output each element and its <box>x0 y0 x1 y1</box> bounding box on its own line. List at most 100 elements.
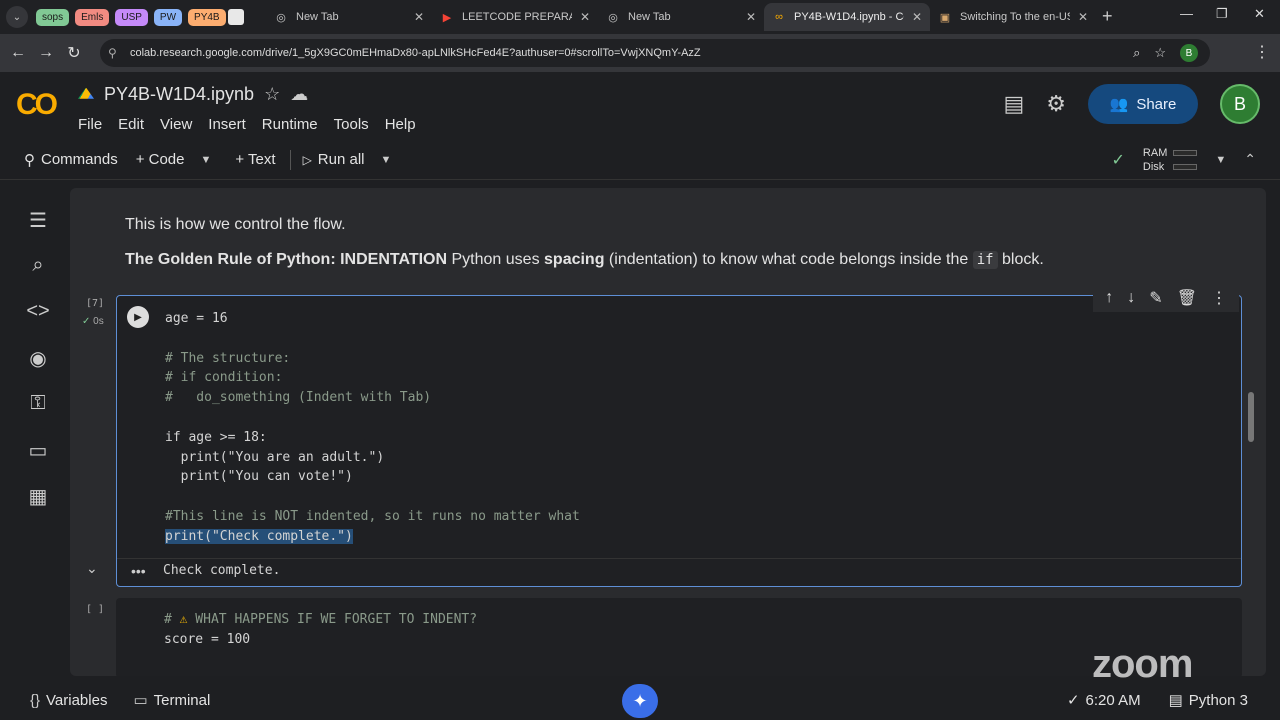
share-button[interactable]: 👥 Share <box>1088 84 1198 124</box>
secrets-key-icon[interactable]: ⚿ <box>26 392 50 416</box>
url-text: colab.research.google.com/drive/1_5gX9GC… <box>130 47 701 59</box>
run-all-button[interactable]: ▷ Run all ▼ <box>303 151 392 168</box>
tab-group-py4b[interactable]: PY4B <box>188 8 226 26</box>
code-line: if age >= 18: <box>165 429 267 445</box>
url-field[interactable]: ⚲ colab.research.google.com/drive/1_5gX9… <box>100 39 1210 67</box>
chevron-down-icon[interactable]: ▼ <box>201 154 212 166</box>
data-table-icon[interactable]: ▦ <box>26 484 50 508</box>
site-info-icon[interactable]: ⚲ <box>108 46 130 60</box>
gemini-icon[interactable]: ✦ <box>622 684 658 718</box>
variables-eye-icon[interactable]: ◉ <box>26 346 50 370</box>
notebook-scrollbar[interactable] <box>1248 392 1254 442</box>
menu-edit[interactable]: Edit <box>118 116 144 133</box>
colab-header: CO PY4B-W1D4.ipynb ☆ ☁ File Edit View Inser… <box>0 72 1280 140</box>
browser-menu-icon[interactable]: ⋮ <box>1254 42 1270 62</box>
variables-label: Variables <box>46 691 108 709</box>
collapse-output-icon[interactable]: ⌄ <box>86 560 98 577</box>
search-icon: ⚲ <box>24 151 35 169</box>
run-all-label: Run all <box>317 151 365 168</box>
execution-time: ✓ 0s <box>82 316 104 327</box>
text-cell-line: This is how we control the flow. <box>125 216 346 233</box>
commands-label: Commands <box>41 151 118 168</box>
terminal-button[interactable]: ▭ Terminal <box>133 691 210 709</box>
minimize-icon[interactable]: — <box>1180 6 1193 21</box>
menu-file[interactable]: File <box>78 116 102 133</box>
terminal-icon: ▭ <box>133 692 148 709</box>
kernel-status[interactable]: ▤ Python 3 <box>1169 691 1248 709</box>
output-actions-icon[interactable]: ••• <box>131 563 146 579</box>
tab-leetcode[interactable]: ▶ LEETCODE PREPARATIO ✕ <box>432 3 598 31</box>
more-options-icon[interactable]: ⋮ <box>1211 288 1227 308</box>
tab-search-button[interactable]: ⌄ <box>6 6 28 28</box>
cloud-save-icon[interactable]: ☁ <box>290 84 308 105</box>
star-icon[interactable]: ☆ <box>264 84 280 105</box>
kernel-label: Python 3 <box>1188 692 1248 709</box>
tab-group-pw[interactable]: PW <box>153 8 183 26</box>
run-cell-button[interactable]: ▶ <box>127 306 149 328</box>
zoom-icon[interactable]: ⌕ <box>1133 45 1140 61</box>
tab-colab-active[interactable]: ∞ PY4B-W1D4.ipynb - Co ✕ <box>764 3 930 31</box>
close-tab-icon[interactable]: ✕ <box>580 10 590 24</box>
edit-pencil-icon[interactable]: ✎ <box>1149 288 1162 308</box>
menu-help[interactable]: Help <box>385 116 416 133</box>
globe-icon: ◎ <box>276 11 286 24</box>
code-snippets-icon[interactable]: <> <box>26 300 50 324</box>
close-tab-icon[interactable]: ✕ <box>912 10 922 24</box>
profile-avatar-small[interactable]: B <box>1180 44 1198 62</box>
account-avatar[interactable]: B <box>1220 84 1260 124</box>
colab-logo[interactable]: CO <box>16 88 58 122</box>
tab-group-usp[interactable]: USP <box>115 8 148 26</box>
close-window-icon[interactable]: ✕ <box>1254 6 1265 22</box>
code-cell[interactable]: # ⚠ WHAT HAPPENS IF WE FORGET TO INDENT?… <box>116 598 1242 676</box>
commands-button[interactable]: ⚲ Commands <box>24 151 118 169</box>
code-cell-active[interactable]: ↑ ↓ ✎ 🗑 ⋮ ▶ age = 16 # The structure: # … <box>116 284 1242 587</box>
colab-icon: ∞ <box>775 11 783 23</box>
check-icon: ✓ <box>1066 692 1080 709</box>
menu-insert[interactable]: Insert <box>208 116 246 133</box>
code-editor[interactable]: age = 16 # The structure: # if condition… <box>165 309 580 547</box>
code-editor[interactable]: # ⚠ WHAT HAPPENS IF WE FORGET TO INDENT?… <box>164 610 477 650</box>
tab-group-emls[interactable]: Emls <box>75 8 110 26</box>
menu-runtime[interactable]: Runtime <box>262 116 318 133</box>
comments-icon[interactable]: ▤ <box>1003 91 1024 117</box>
forward-icon[interactable]: → <box>32 44 60 62</box>
table-of-contents-icon[interactable]: ☰ <box>26 208 50 232</box>
last-run-status[interactable]: ✓ 6:20 AM <box>1067 691 1141 709</box>
menu-tools[interactable]: Tools <box>334 116 369 133</box>
close-tab-icon[interactable]: ✕ <box>1078 10 1088 24</box>
menu-bar: File Edit View Insert Runtime Tools Help <box>78 116 416 133</box>
tab-new-tab-2[interactable]: ◎ New Tab ✕ <box>598 3 764 31</box>
resource-monitor[interactable]: RAM Disk <box>1143 146 1198 174</box>
reload-icon[interactable]: ↻ <box>60 43 88 63</box>
move-up-icon[interactable]: ↑ <box>1105 289 1113 307</box>
notebook-title[interactable]: PY4B-W1D4.ipynb <box>104 84 254 105</box>
tab-new-tab-1[interactable]: ◎ New Tab ✕ <box>266 3 432 31</box>
add-code-button[interactable]: + Code ▼ <box>136 151 212 168</box>
files-folder-icon[interactable]: ▭ <box>26 438 50 462</box>
chevron-down-icon[interactable]: ▼ <box>381 154 392 166</box>
bookmark-star-icon[interactable]: ☆ <box>1154 45 1166 61</box>
find-replace-icon[interactable]: ⌕ <box>26 254 50 278</box>
runtime-dropdown-icon[interactable]: ▼ <box>1215 154 1226 166</box>
new-tab-icon[interactable]: + <box>1102 6 1113 27</box>
kernel-icon: ▤ <box>1168 692 1183 709</box>
collapse-header-icon[interactable]: ⌃ <box>1244 151 1256 168</box>
tab-title: New Tab <box>628 11 671 23</box>
move-down-icon[interactable]: ↓ <box>1127 289 1135 307</box>
close-tab-icon[interactable]: ✕ <box>746 10 756 24</box>
blank-tab-favicon[interactable] <box>227 9 244 25</box>
settings-gear-icon[interactable]: ⚙ <box>1046 91 1066 117</box>
close-tab-icon[interactable]: ✕ <box>414 10 424 24</box>
page-icon: ▣ <box>939 11 951 24</box>
restore-icon[interactable]: ❐ <box>1216 6 1228 22</box>
variables-button[interactable]: {} Variables <box>30 692 107 709</box>
tab-group-sops[interactable]: sops <box>36 8 70 26</box>
tab-switching[interactable]: ▣ Switching To the en-US ✕ <box>930 3 1096 31</box>
menu-view[interactable]: View <box>160 116 192 133</box>
add-text-button[interactable]: + Text <box>235 151 275 168</box>
back-icon[interactable]: ← <box>4 44 32 62</box>
delete-icon[interactable]: 🗑 <box>1177 288 1197 308</box>
code-line-selected: print("Check complete.") <box>165 528 353 544</box>
globe-icon: ◎ <box>608 11 618 24</box>
share-label: Share <box>1136 95 1177 113</box>
